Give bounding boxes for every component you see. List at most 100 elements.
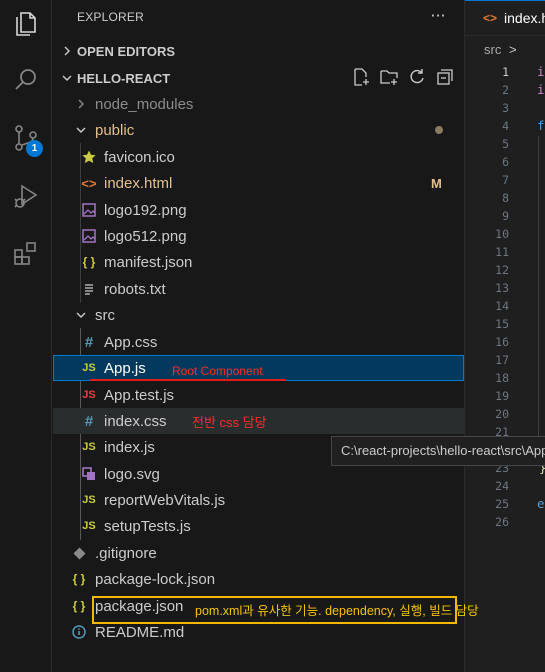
image-file-icon <box>80 227 98 245</box>
chevron-right-icon <box>59 43 75 59</box>
tree-item-label: logo.svg <box>104 465 160 483</box>
css-file-icon: # <box>84 412 94 430</box>
tree-item-label: logo192.png <box>104 201 187 219</box>
tree-item-app-test[interactable]: JS App.test.js <box>53 382 464 408</box>
tree-item-label: index.css <box>104 412 167 430</box>
line-number: 15 <box>495 317 509 331</box>
line-number: 10 <box>495 227 509 241</box>
tree-item-label: package-lock.json <box>95 570 216 588</box>
js-file-icon: JS <box>82 520 96 532</box>
indent-guide <box>538 136 539 458</box>
tree-item-node-modules[interactable]: node_modules <box>53 91 464 117</box>
annotation-css-owner: 전반 css 담당 <box>192 415 267 430</box>
line-number: 5 <box>502 137 509 151</box>
tree-item-label: robots.txt <box>104 280 166 298</box>
tree-item-setup-tests[interactable]: JS setupTests.js <box>53 513 464 539</box>
source-control-icon[interactable]: 1 <box>0 114 52 162</box>
tab-index-html[interactable]: <> index.html <box>465 0 545 35</box>
line-number: 24 <box>495 479 509 493</box>
tree-item-index-html[interactable]: <> index.html M <box>53 170 464 196</box>
code-fragment: e <box>537 496 545 511</box>
tree-item-robots[interactable]: robots.txt <box>53 276 464 302</box>
tree-item-label: logo512.png <box>104 227 187 245</box>
tab-label: index.html <box>504 10 545 26</box>
svg-file-icon <box>80 465 98 483</box>
more-actions-icon[interactable]: ··· <box>427 4 449 26</box>
line-number: 9 <box>502 209 509 223</box>
json-file-icon: { } <box>72 572 86 586</box>
line-number: 7 <box>502 173 509 187</box>
code-fragment: i <box>537 82 545 97</box>
tree-item-gitignore[interactable]: .gitignore <box>53 540 464 566</box>
html-file-icon: <> <box>483 11 498 25</box>
modified-dot-icon <box>435 126 443 134</box>
code-fragment: f <box>537 118 545 133</box>
breadcrumb: src > <box>484 42 517 57</box>
code-fragment: i <box>537 64 545 79</box>
line-number: 12 <box>495 263 509 277</box>
line-number: 2 <box>502 83 509 97</box>
extensions-icon[interactable] <box>0 230 52 278</box>
line-number: 17 <box>495 353 509 367</box>
line-number: 18 <box>495 371 509 385</box>
tree-item-label: App.js <box>104 359 146 377</box>
project-section[interactable]: HELLO-REACT <box>53 65 464 91</box>
tree-item-logo192[interactable]: logo192.png <box>53 197 464 223</box>
source-control-badge: 1 <box>26 140 43 157</box>
json-file-icon: { } <box>72 599 86 613</box>
css-file-icon: # <box>84 333 94 351</box>
refresh-icon[interactable] <box>406 66 428 88</box>
tree-item-logo512[interactable]: logo512.png <box>53 223 464 249</box>
tree-item-manifest[interactable]: { } manifest.json <box>53 249 464 275</box>
chevron-right-icon <box>73 96 89 112</box>
tree-item-label: setupTests.js <box>104 517 191 535</box>
line-number: 25 <box>495 497 509 511</box>
line-number: 3 <box>502 101 509 115</box>
line-number: 13 <box>495 281 509 295</box>
tree-item-label: .gitignore <box>95 544 157 562</box>
js-file-icon: JS <box>82 362 96 374</box>
annotation-package-desc: pom.xml과 유사한 기능. dependency, 실행, 빌드 담당 <box>195 604 479 618</box>
tree-item-label: public <box>95 121 135 139</box>
tree-item-package-lock[interactable]: { } package-lock.json <box>53 566 464 592</box>
line-number: 4 <box>502 119 509 133</box>
collapse-all-icon[interactable] <box>434 66 456 88</box>
line-number: 6 <box>502 155 509 169</box>
chevron-down-icon <box>59 70 75 86</box>
line-number: 20 <box>495 407 509 421</box>
annotation-root-component: Root Component <box>172 364 263 378</box>
tree-item-label: node_modules <box>95 95 194 113</box>
html-file-icon: <> <box>81 175 97 191</box>
test-file-icon: JS <box>82 389 96 401</box>
run-debug-icon[interactable] <box>0 172 52 220</box>
tree-item-report-web-vitals[interactable]: JS reportWebVitals.js <box>53 487 464 513</box>
annotation-underline <box>90 379 286 381</box>
js-file-icon: JS <box>82 441 96 453</box>
tree-item-src[interactable]: src <box>53 302 464 328</box>
line-number: 16 <box>495 335 509 349</box>
tab-divider <box>465 35 545 36</box>
activity-bar: 1 <box>0 0 52 672</box>
chevron-down-icon <box>73 307 89 323</box>
new-file-icon[interactable] <box>350 66 372 88</box>
line-number: 26 <box>495 515 509 529</box>
explorer-icon[interactable] <box>0 0 52 48</box>
new-folder-icon[interactable] <box>378 66 400 88</box>
tree-item-label: index.html <box>104 174 173 192</box>
line-number: 14 <box>495 299 509 313</box>
tree-item-public[interactable]: public <box>53 117 464 143</box>
editor-area: <> index.html src > 12345678910111213141… <box>464 0 545 672</box>
tree-item-label: App.css <box>104 333 158 351</box>
tree-item-favicon[interactable]: favicon.ico <box>53 144 464 170</box>
info-icon <box>70 623 88 641</box>
breadcrumb-separator: > <box>508 42 517 57</box>
tree-item-app-css[interactable]: # App.css <box>53 329 464 355</box>
project-label: HELLO-REACT <box>77 70 171 86</box>
search-icon[interactable] <box>0 56 52 104</box>
tree-item-label: README.md <box>95 623 185 641</box>
explorer-sidebar: EXPLORER ··· OPEN EDITORS HELLO-REACT no… <box>53 0 464 672</box>
tree-item-label: App.test.js <box>104 386 175 404</box>
line-number: 19 <box>495 389 509 403</box>
open-editors-section[interactable]: OPEN EDITORS <box>53 38 464 64</box>
breadcrumb-item[interactable]: src <box>484 42 501 57</box>
